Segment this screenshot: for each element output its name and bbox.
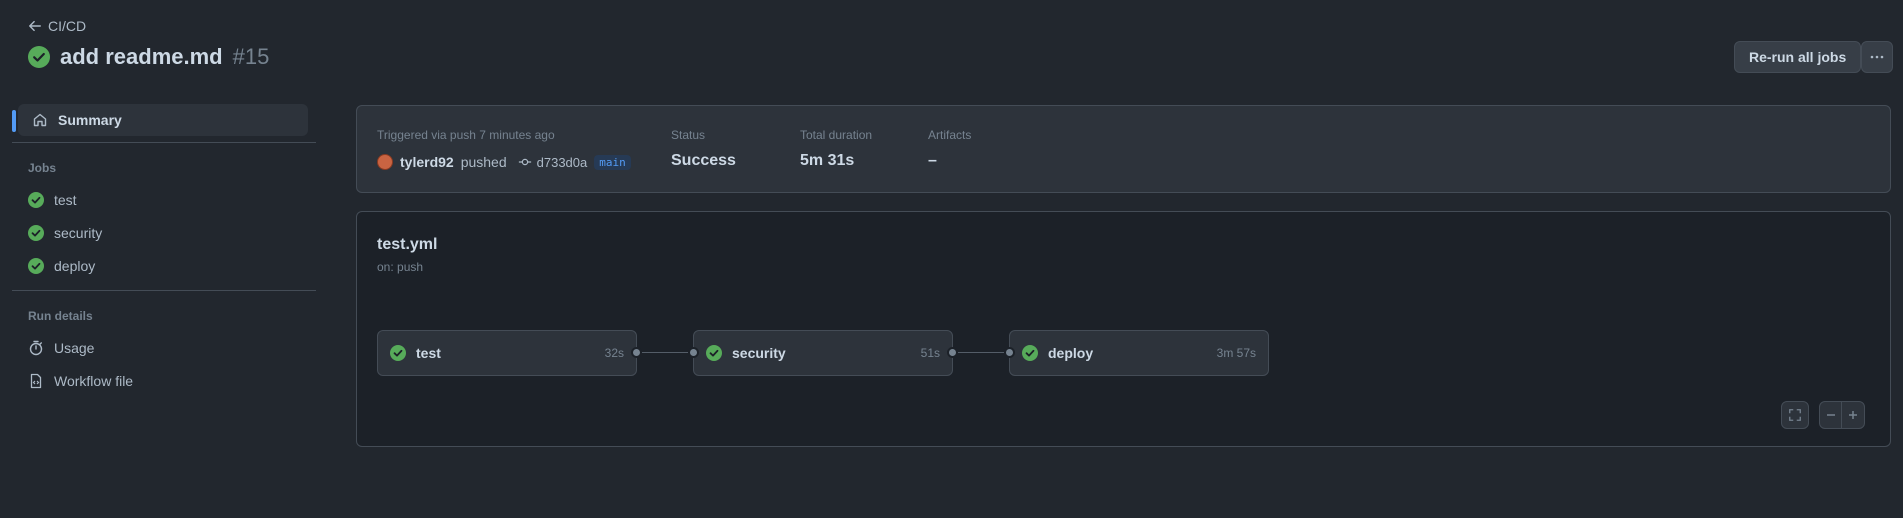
run-summary-card: Triggered via push 7 minutes ago tylerd9… — [356, 105, 1891, 193]
sidebar-item-security[interactable]: security — [12, 216, 316, 249]
zoom-controls — [1819, 401, 1865, 429]
plus-icon — [1849, 411, 1857, 419]
job-connector — [637, 352, 693, 353]
action-text: pushed — [460, 154, 507, 170]
git-commit-icon — [518, 158, 531, 166]
success-check-icon — [28, 257, 44, 274]
workflow-graph-card: test.yml on: push test 32s security 51s … — [356, 211, 1891, 447]
trigger-info: Triggered via push 7 minutes ago tylerd9… — [377, 128, 631, 170]
sidebar-item-label: test — [54, 191, 77, 208]
success-check-icon — [1022, 345, 1038, 361]
file-code-icon — [30, 373, 42, 388]
success-check-icon — [706, 345, 722, 361]
success-check-icon — [28, 191, 44, 208]
trigger-label: Triggered via push 7 minutes ago — [377, 128, 555, 142]
sidebar-item-summary[interactable]: Summary — [12, 104, 308, 136]
sidebar-item-deploy[interactable]: deploy — [12, 249, 316, 282]
workflow-file-name: test.yml — [377, 236, 438, 253]
divider — [12, 142, 316, 143]
divider — [12, 290, 316, 291]
sidebar-item-test[interactable]: test — [12, 183, 316, 216]
run-details-heading: Run details — [28, 309, 93, 323]
sidebar-item-usage[interactable]: Usage — [12, 331, 316, 364]
sidebar: Summary Jobs test security deploy Run de… — [12, 104, 316, 397]
run-number: #15 — [232, 44, 270, 69]
branch-badge[interactable]: main — [594, 154, 631, 170]
success-check-icon — [390, 345, 406, 361]
sidebar-item-workflow-file[interactable]: Workflow file — [12, 364, 316, 397]
jobs-heading: Jobs — [28, 161, 57, 175]
sidebar-item-label: Usage — [54, 339, 95, 356]
job-name: security — [732, 345, 786, 361]
back-link-label: CI/CD — [48, 18, 87, 34]
artifacts-value: – — [928, 152, 937, 169]
job-connector — [953, 352, 1009, 353]
kebab-horizontal-icon — [1870, 55, 1884, 59]
duration-label: Total duration — [800, 128, 873, 142]
more-options-button[interactable] — [1861, 41, 1893, 73]
sidebar-item-label: Workflow file — [54, 372, 134, 389]
artifacts-label: Artifacts — [928, 128, 972, 142]
connector-dot — [688, 347, 699, 358]
fullscreen-button[interactable] — [1781, 401, 1809, 429]
job-node-test[interactable]: test 32s — [377, 330, 637, 376]
run-title-row: add readme.md #15 — [28, 44, 269, 70]
connector-dot — [631, 347, 642, 358]
status-label: Status — [671, 128, 706, 142]
home-icon — [33, 113, 47, 127]
rerun-all-jobs-button[interactable]: Re-run all jobs — [1734, 41, 1862, 73]
screen-full-icon — [1789, 409, 1801, 421]
job-node-deploy[interactable]: deploy 3m 57s — [1009, 330, 1269, 376]
page-title: add readme.md — [60, 44, 223, 69]
status-info: Status Success — [671, 128, 736, 170]
connector-dot — [947, 347, 958, 358]
stopwatch-icon — [29, 340, 43, 355]
avatar[interactable] — [377, 154, 393, 170]
sidebar-item-label: Summary — [58, 112, 122, 128]
connector-dot — [1004, 347, 1015, 358]
arrow-left-icon — [29, 20, 41, 32]
job-node-security[interactable]: security 51s — [693, 330, 953, 376]
duration-value: 5m 31s — [800, 152, 855, 169]
sidebar-item-label: security — [54, 224, 103, 241]
commit-sha: d733d0a — [536, 154, 588, 170]
zoom-in-button[interactable] — [1842, 402, 1864, 428]
duration-info: Total duration 5m 31s — [800, 128, 872, 170]
status-value: Success — [671, 152, 736, 169]
success-check-icon — [28, 46, 50, 68]
job-duration: 51s — [920, 346, 940, 360]
success-check-icon — [28, 224, 44, 241]
minus-icon — [1826, 414, 1835, 416]
job-name: deploy — [1048, 345, 1094, 361]
actor-link[interactable]: tylerd92 — [400, 154, 454, 170]
commit-link[interactable]: d733d0a — [518, 154, 588, 170]
job-duration: 3m 57s — [1216, 346, 1256, 360]
job-duration: 32s — [604, 346, 624, 360]
zoom-out-button[interactable] — [1820, 402, 1842, 428]
job-name: test — [416, 345, 441, 361]
sidebar-item-label: deploy — [54, 257, 96, 274]
workflow-trigger: on: push — [377, 260, 424, 274]
back-link[interactable]: CI/CD — [28, 18, 86, 34]
artifacts-info: Artifacts – — [928, 128, 971, 170]
